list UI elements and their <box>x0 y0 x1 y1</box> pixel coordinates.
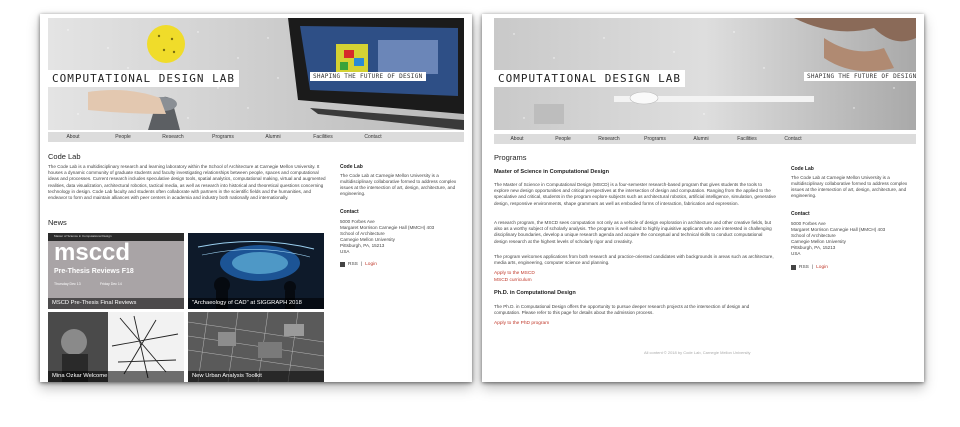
sidebar-address: 5000 Forbes Ave Margaret Morrison Carneg… <box>340 219 464 256</box>
sidebar-address: 5000 Forbes Ave Margaret Morrison Carneg… <box>791 221 915 258</box>
rss-icon[interactable] <box>340 262 345 267</box>
apply-mscd-link[interactable]: Apply to the MSCD <box>494 271 535 276</box>
nav-research[interactable]: Research <box>586 136 632 142</box>
poster-title: msccd <box>54 239 131 266</box>
news-tile[interactable]: "Archaeology of CAD" at SIGGRAPH 2018 <box>188 233 324 309</box>
separator: | <box>811 265 814 270</box>
site-tagline: SHAPING THE FUTURE OF DESIGN <box>804 72 916 81</box>
rss-login-row: RSS | Login <box>791 265 828 270</box>
poster-subtitle: Pre-Thesis Reviews F18 <box>54 268 134 275</box>
news-caption[interactable]: "Archaeology of CAD" at SIGGRAPH 2018 <box>188 298 324 309</box>
hero-banner: COMPUTATIONAL DESIGN LAB SHAPING THE FUT… <box>48 18 464 130</box>
nav-about[interactable]: About <box>48 134 98 140</box>
rss-link[interactable]: RSS <box>348 262 358 267</box>
sidebar-codelab-text: The Code Lab at Carnegie Mellon Universi… <box>791 175 908 199</box>
sidebar-contact-heading: Contact <box>340 209 359 215</box>
nav-programs[interactable]: Programs <box>198 134 248 140</box>
nav-about[interactable]: About <box>494 136 540 142</box>
poster-date-2: Friday Dec 14 <box>100 282 122 286</box>
news-caption[interactable]: New Urban Analysis Toolkit <box>188 371 324 382</box>
news-caption[interactable]: Mina Ozkar Welcome <box>48 371 184 382</box>
sidebar-codelab-heading: Code Lab <box>340 164 363 170</box>
nav-contact[interactable]: Contact <box>348 134 398 140</box>
mscd-paragraph-2: A research program, the MSCD sees comput… <box>494 220 772 244</box>
rss-link[interactable]: RSS <box>799 265 809 270</box>
address-line: USA <box>791 251 801 257</box>
main-nav: About People Research Programs Alumni Fa… <box>48 132 464 142</box>
sidebar-contact-heading: Contact <box>791 211 810 217</box>
phd-heading: Ph.D. in Computational Design <box>494 290 576 296</box>
login-link[interactable]: Login <box>816 265 828 270</box>
main-nav: About People Research Programs Alumni Fa… <box>494 134 916 144</box>
nav-alumni[interactable]: Alumni <box>678 136 724 142</box>
poster-header: Master of Science in Computational Desig… <box>54 234 112 238</box>
address-line: USA <box>340 249 350 255</box>
page-title: Code Lab <box>48 152 81 161</box>
news-tile[interactable]: Master of Science in Computational Desig… <box>48 233 184 309</box>
news-heading: News <box>48 218 67 227</box>
mscd-paragraph-3: The program welcomes applications from b… <box>494 254 774 266</box>
news-caption[interactable]: MSCD Pre-Thesis Final Reviews <box>48 298 184 309</box>
hero-banner: COMPUTATIONAL DESIGN LAB SHAPING THE FUT… <box>494 18 916 130</box>
nav-research[interactable]: Research <box>148 134 198 140</box>
programs-page-screenshot: COMPUTATIONAL DESIGN LAB SHAPING THE FUT… <box>482 14 924 382</box>
news-tile[interactable]: New Urban Analysis Toolkit <box>188 312 324 382</box>
site-title[interactable]: COMPUTATIONAL DESIGN LAB <box>48 70 239 87</box>
site-tagline: SHAPING THE FUTURE OF DESIGN <box>310 72 426 81</box>
mscd-curriculum-link[interactable]: MSCD curriculum <box>494 278 532 283</box>
nav-alumni[interactable]: Alumni <box>248 134 298 140</box>
nav-facilities[interactable]: Facilities <box>298 134 348 140</box>
nav-facilities[interactable]: Facilities <box>724 136 770 142</box>
rss-icon[interactable] <box>791 265 796 270</box>
nav-contact[interactable]: Contact <box>770 136 816 142</box>
apply-phd-link[interactable]: Apply to the PhD program <box>494 321 549 326</box>
nav-people[interactable]: People <box>98 134 148 140</box>
phd-paragraph: The Ph.D. in Computational Design offers… <box>494 304 750 316</box>
sidebar-codelab-heading: Code Lab <box>791 166 814 172</box>
poster-date-1: Thursday Dec 13 <box>54 282 81 286</box>
intro-paragraph: The Code Lab is a multidisciplinary rese… <box>48 164 326 201</box>
nav-people[interactable]: People <box>540 136 586 142</box>
rss-login-row: RSS | Login <box>340 262 377 267</box>
page-title: Programs <box>494 153 527 162</box>
home-page-screenshot: COMPUTATIONAL DESIGN LAB SHAPING THE FUT… <box>40 14 472 382</box>
mscd-heading: Master of Science in Computational Desig… <box>494 169 610 175</box>
mscd-paragraph-1: The Master of Science in Computational D… <box>494 182 776 206</box>
sidebar-codelab-text: The Code Lab at Carnegie Mellon Universi… <box>340 173 457 197</box>
news-tile[interactable]: Mina Ozkar Welcome <box>48 312 184 382</box>
site-title[interactable]: COMPUTATIONAL DESIGN LAB <box>494 70 685 87</box>
footer-copyright: All content © 2018 by Code Lab, Carnegie… <box>644 350 751 355</box>
nav-programs[interactable]: Programs <box>632 136 678 142</box>
login-link[interactable]: Login <box>365 262 377 267</box>
separator: | <box>360 262 363 267</box>
